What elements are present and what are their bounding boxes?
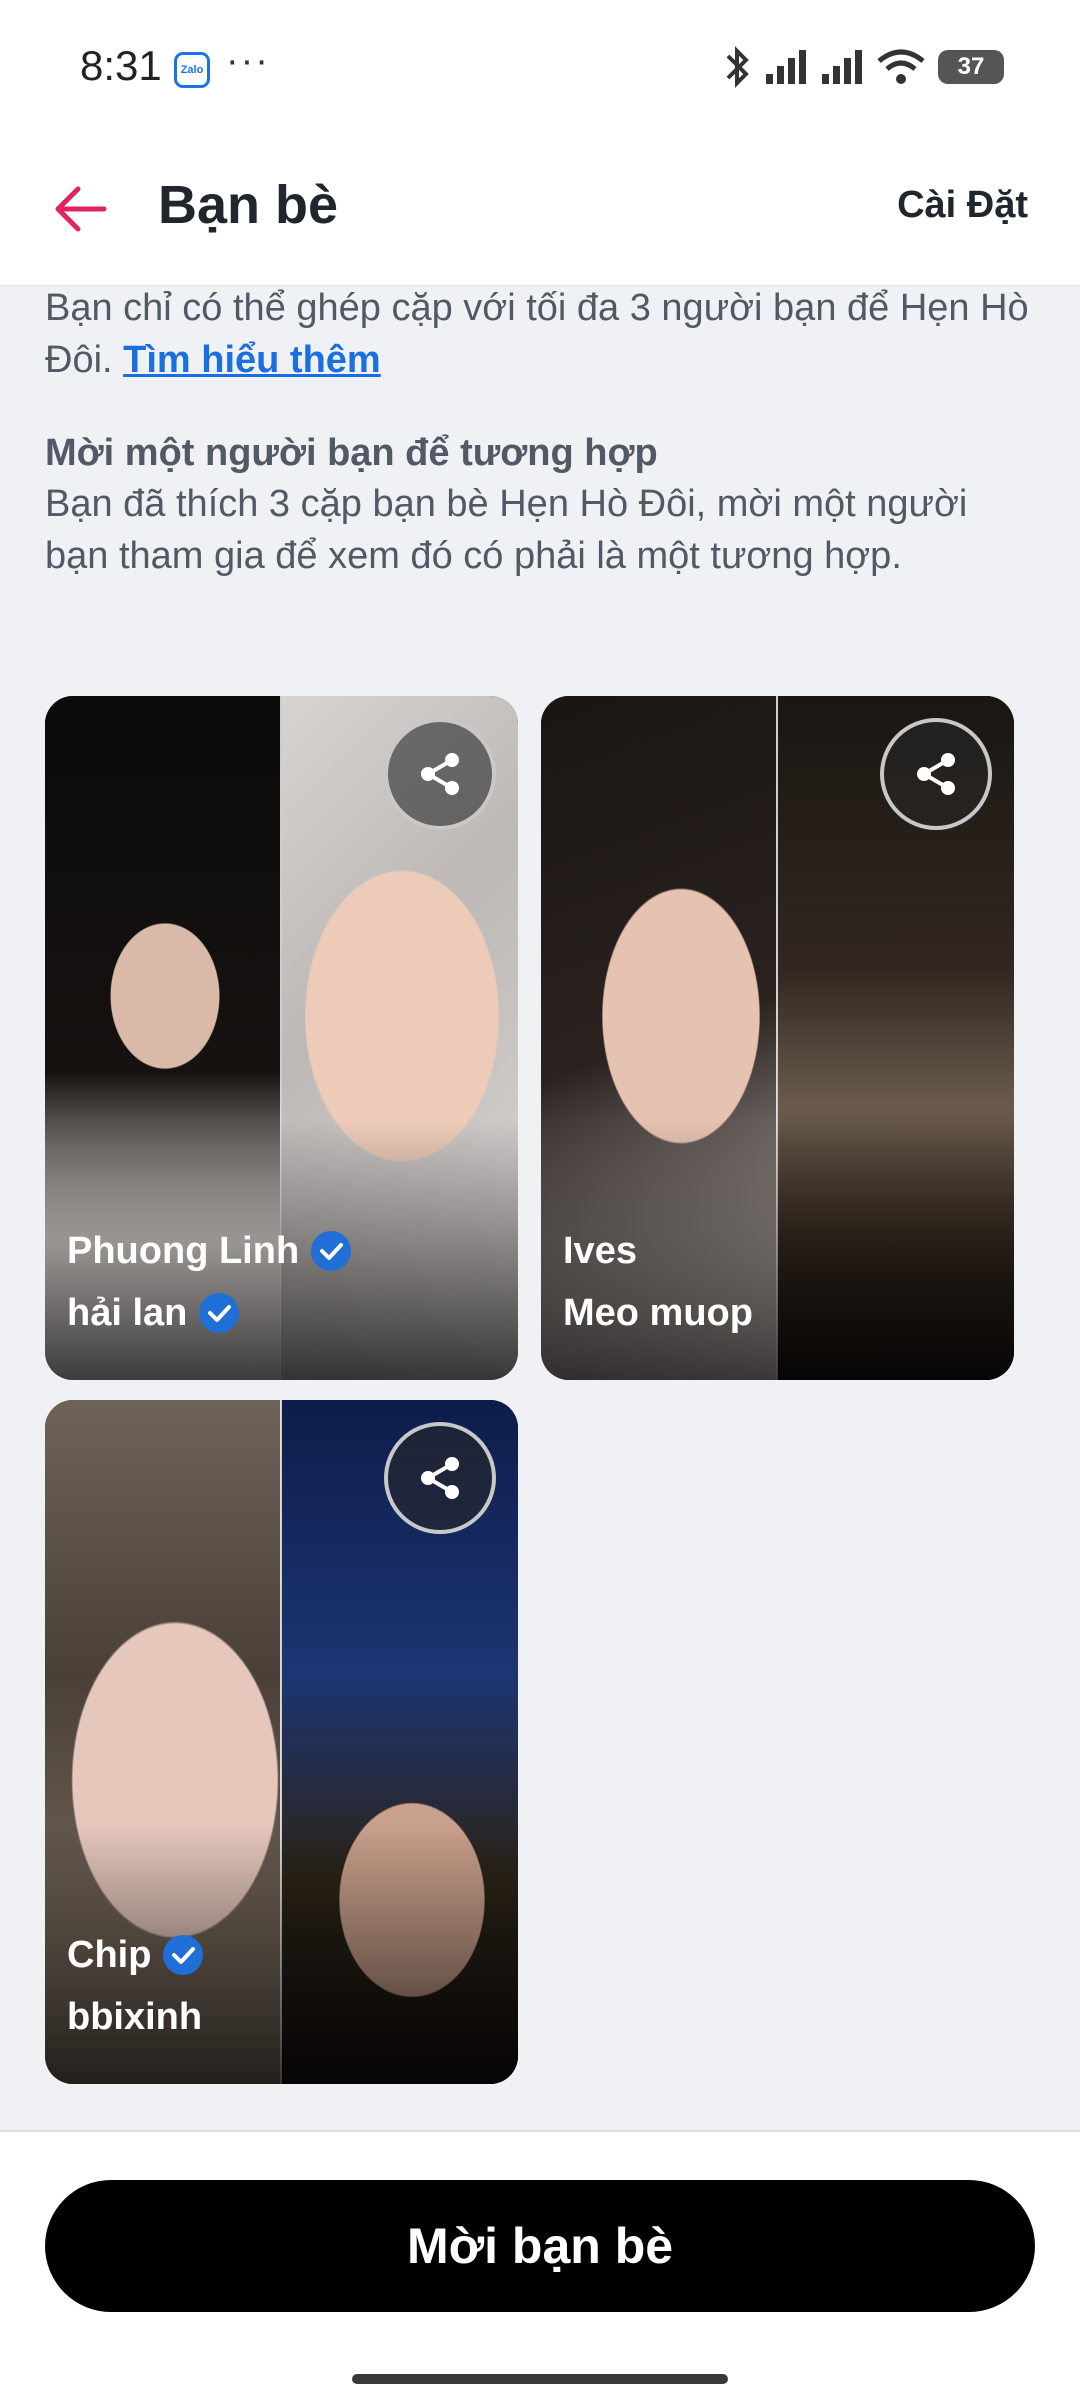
share-button[interactable] bbox=[384, 1422, 496, 1534]
share-button[interactable] bbox=[384, 718, 496, 830]
back-button[interactable] bbox=[48, 176, 114, 242]
share-button[interactable] bbox=[880, 718, 992, 830]
share-icon bbox=[917, 753, 955, 795]
share-icon bbox=[421, 753, 459, 795]
intro-text: Bạn chỉ có thể ghép cặp với tối đa 3 ngư… bbox=[45, 282, 1035, 386]
verified-badge-icon bbox=[163, 1935, 204, 1975]
content: Bạn chỉ có thể ghép cặp với tối đa 3 ngư… bbox=[45, 282, 1035, 582]
invite-description: Bạn đã thích 3 cặp bạn bè Hẹn Hò Đôi, mờ… bbox=[45, 483, 968, 577]
invite-heading: Mời một người bạn để tương hợp bbox=[45, 432, 658, 474]
friend-name: Phuong Linh bbox=[67, 1230, 300, 1272]
share-icon bbox=[421, 1457, 459, 1499]
screen: 8:31 Zalo ··· 37 Bạn bè Cài Đặt Bạn chỉ … bbox=[0, 0, 1080, 2400]
friend-name: bbixinh bbox=[67, 1996, 203, 2038]
settings-button[interactable]: Cài Đặt bbox=[897, 184, 1028, 227]
friend-name: Meo muop bbox=[563, 1292, 753, 1334]
pair-names: Chip bbixinh bbox=[67, 1924, 205, 2048]
battery-icon: 37 bbox=[938, 50, 1004, 84]
status-time: 8:31 bbox=[80, 42, 162, 89]
friend-pair-card[interactable]: Ives Meo muop bbox=[541, 696, 1014, 1380]
signal-icon bbox=[766, 50, 806, 84]
signal-icon-2 bbox=[822, 50, 862, 84]
wifi-icon bbox=[877, 49, 925, 84]
status-icons: 37 bbox=[722, 46, 1004, 88]
friend-name: hải lan bbox=[67, 1292, 188, 1334]
home-indicator[interactable] bbox=[352, 2374, 728, 2384]
more-notifications-icon: ··· bbox=[226, 40, 270, 82]
invite-friends-button[interactable]: Mời bạn bè bbox=[45, 2180, 1035, 2312]
page-title: Bạn bè bbox=[158, 175, 339, 235]
friend-name: Chip bbox=[67, 1934, 152, 1976]
app-header: Bạn bè Cài Đặt bbox=[0, 140, 1080, 286]
verified-badge-icon bbox=[311, 1231, 352, 1271]
back-arrow-icon bbox=[55, 186, 107, 232]
bottom-bar: Mời bạn bè bbox=[0, 2130, 1080, 2400]
friend-name: Ives bbox=[563, 1230, 637, 1272]
friend-pair-card[interactable]: Phuong Linh hải lan bbox=[45, 696, 518, 1380]
verified-badge-icon bbox=[199, 1293, 240, 1333]
status-bar: 8:31 Zalo ··· 37 bbox=[0, 0, 1080, 140]
learn-more-link[interactable]: Tìm hiểu thêm bbox=[123, 339, 381, 381]
bluetooth-icon bbox=[726, 46, 749, 88]
pair-names: Phuong Linh hải lan bbox=[67, 1220, 353, 1344]
friend-pair-card[interactable]: Chip bbixinh bbox=[45, 1400, 518, 2084]
zalo-notification-icon: Zalo bbox=[174, 52, 210, 88]
pair-names: Ives Meo muop bbox=[563, 1220, 753, 1344]
